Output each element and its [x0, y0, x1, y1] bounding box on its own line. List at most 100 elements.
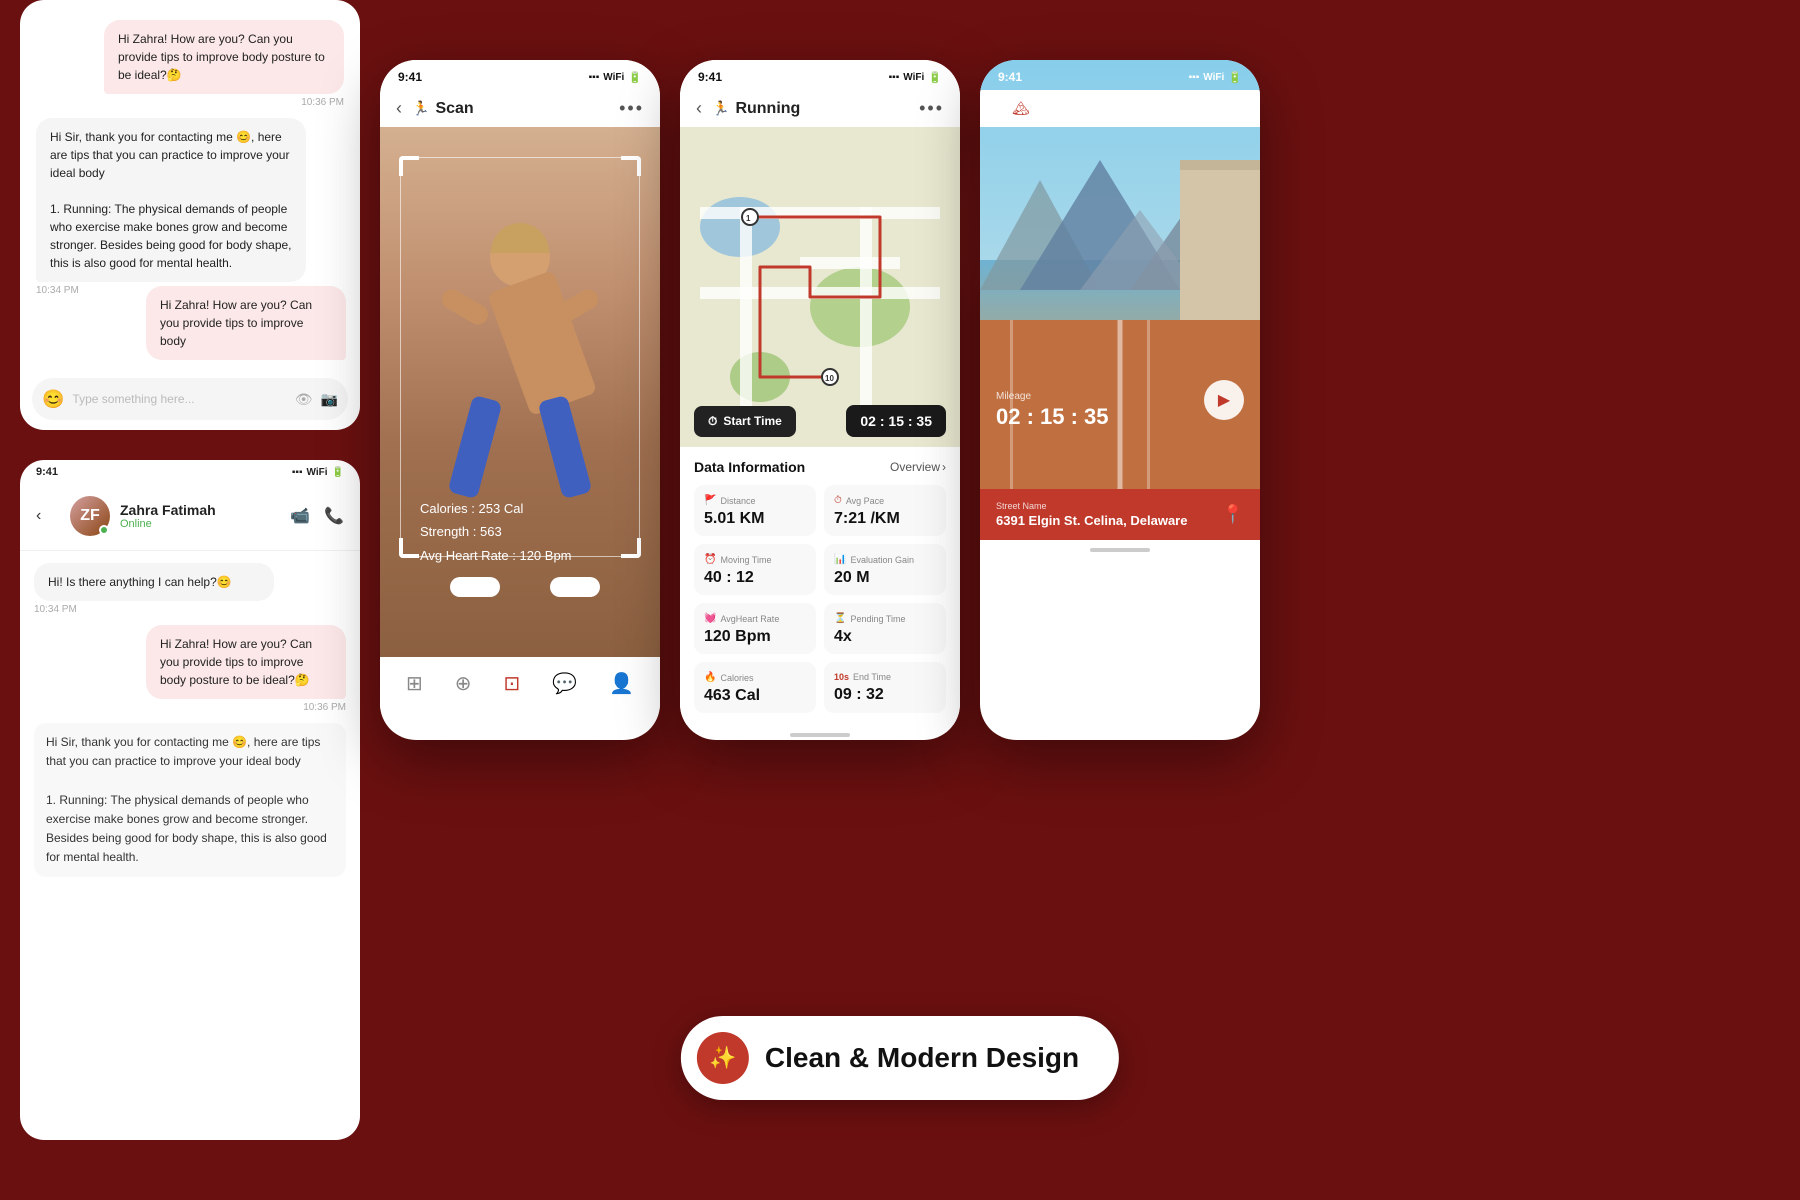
badge-text: Clean & Modern Design [765, 1042, 1079, 1074]
running-brand-icon: 🏃 [712, 100, 729, 117]
phones-area: 9:41 ▪▪▪ WiFi 🔋 ‹ 🏃 Scan ••• [380, 60, 1260, 740]
chat-screen-2: 9:41 ▪▪▪ WiFi 🔋 ‹ ZF Zahra Fatimah Onlin… [20, 460, 360, 1140]
chat-tab-icon[interactable]: 💬 [552, 671, 577, 696]
place-image-area: 9:41 ▪▪▪ WiFi 🔋 ‹ 🏔 Place ••• Mileage 02… [980, 60, 1260, 540]
data-card-calories: 🔥 Calories 463 Cal [694, 662, 816, 713]
scan-image-area: Calories : 253 Cal Strength : 563 Avg He… [380, 127, 660, 657]
signal-running: ▪▪▪ [889, 72, 900, 83]
home-indicator-place [980, 540, 1260, 560]
time-scan: 9:41 [398, 70, 422, 84]
mileage-overlay: Mileage 02 : 15 : 35 [996, 391, 1109, 430]
phone-place: 9:41 ▪▪▪ WiFi 🔋 ‹ 🏔 Place ••• Mileage 02… [980, 60, 1260, 740]
wifi-place: WiFi [1203, 72, 1224, 83]
scan-bottom-nav: ⊞ ⊕ ⊡ 💬 👤 [380, 657, 660, 710]
data-card-avgpace: ⏱ Avg Pace 7:21 /KM [824, 485, 946, 536]
signal-icon: ▪▪▪ [292, 467, 303, 478]
contact-info: Zahra Fatimah Online [120, 502, 280, 530]
svg-text:10: 10 [825, 374, 834, 383]
battery-scan: 🔋 [628, 71, 642, 84]
data-card-distance: 🚩 Distance 5.01 KM [694, 485, 816, 536]
scan-nav: ‹ 🏃 Scan ••• [380, 90, 660, 127]
start-time-badge: ⏱ Start Time [694, 406, 796, 437]
battery-icon: 🔋 [332, 467, 344, 478]
chat-bubble-received-1: Hi Sir, thank you for contacting me 😊, h… [36, 118, 344, 296]
wifi-scan: WiFi [603, 72, 624, 83]
signal-scan: ▪▪▪ [589, 72, 600, 83]
data-grid: 🚩 Distance 5.01 KM ⏱ Avg Pace 7:21 /KM ⏰… [694, 485, 946, 713]
status-bar: 9:41 ▪▪▪ WiFi 🔋 [20, 460, 360, 482]
grid-tab-icon[interactable]: ⊞ [406, 671, 423, 696]
battery-running: 🔋 [928, 71, 942, 84]
online-indicator [99, 525, 109, 535]
msg-received-1: Hi! Is there anything I can help?😊 10:34… [34, 563, 346, 615]
signal-place: ▪▪▪ [1189, 72, 1200, 83]
bottom-badge: ✨ Clean & Modern Design [681, 1016, 1119, 1100]
running-nav: ‹ 🏃 Running ••• [680, 90, 960, 127]
battery-place: 🔋 [1228, 71, 1242, 84]
data-info-section: Data Information Overview › 🚩 Distance 5… [680, 447, 960, 725]
plus-tab-icon[interactable]: ⊕ [455, 671, 472, 696]
place-more-btn[interactable]: ••• [1219, 98, 1244, 119]
data-card-elevationgain: 📊 Evaluation Gain 20 M [824, 544, 946, 595]
eye-icon[interactable]: 👁 [295, 391, 313, 408]
timestamp: 10:34 PM [36, 285, 79, 296]
start-time-label: Start Time [723, 414, 781, 428]
svg-text:1: 1 [746, 214, 751, 223]
chat-input-placeholder[interactable]: Type something here... [72, 392, 286, 406]
scan-brand-icon: 🏃 [412, 100, 429, 117]
contact-status: Online [120, 518, 280, 530]
chat-bubble-sent-1: Hi Zahra! How are you? Can you provide t… [36, 20, 344, 108]
mileage-value: 02 : 15 : 35 [996, 404, 1109, 430]
bubble-text: Hi Zahra! How are you? Can you provide t… [146, 286, 346, 360]
timestamp: 10:36 PM [301, 97, 344, 108]
place-back-btn[interactable]: ‹ [996, 98, 1002, 119]
running-back-btn[interactable]: ‹ [696, 98, 702, 119]
video-call-icon[interactable]: 📹 [290, 506, 310, 526]
time: 9:41 [36, 466, 58, 478]
msg-received-2: Hi Sir, thank you for contacting me 😊, h… [34, 723, 346, 877]
wifi-icon: WiFi [307, 467, 328, 478]
overview-link[interactable]: Overview › [890, 460, 946, 474]
scan-title: Scan [435, 100, 619, 118]
time-place: 9:41 [998, 70, 1022, 84]
data-card-pendingtime: ⏳ Pending Time 4x [824, 603, 946, 654]
street-bar: Street Name 6391 Elgin St. Celina, Delaw… [980, 489, 1260, 540]
avatar-container: ZF [70, 496, 110, 536]
camera-icon[interactable]: 📷 [321, 391, 338, 408]
badge-icon: ✨ [709, 1045, 736, 1071]
data-card-heartrate: 💓 AvgHeart Rate 120 Bpm [694, 603, 816, 654]
clock-icon: ⏱ [708, 414, 717, 429]
map-area: 1 10 ⏱ Start Time 02 : 15 : 35 [680, 127, 960, 447]
status-bar-place: 9:41 ▪▪▪ WiFi 🔋 [980, 60, 1260, 90]
strength-stat: Strength : 563 [420, 520, 572, 543]
back-arrow-icon[interactable]: ‹ [36, 507, 60, 525]
header-actions: 📹 📞 [290, 506, 344, 526]
street-label: Street Name [996, 501, 1187, 511]
msg-sent-1: Hi Zahra! How are you? Can you provide t… [34, 625, 346, 713]
play-button[interactable]: ▶ [1204, 380, 1244, 420]
calories-stat: Calories : 253 Cal [420, 497, 572, 520]
emoji-icon: 😊 [42, 389, 64, 410]
place-brand-icon: 🏔 [1012, 100, 1030, 117]
timer-badge: 02 : 15 : 35 [846, 405, 946, 437]
timestamp: 10:34 PM [34, 604, 77, 615]
scan-back-btn[interactable]: ‹ [396, 98, 402, 119]
phone-call-icon[interactable]: 📞 [324, 506, 344, 526]
bubble-text: Hi Zahra! How are you? Can you provide t… [104, 20, 344, 94]
home-indicator [680, 725, 960, 740]
contact-name: Zahra Fatimah [120, 502, 280, 518]
profile-tab-icon[interactable]: 👤 [609, 671, 634, 696]
data-info-title: Data Information [694, 459, 805, 475]
timestamp: 10:36 PM [303, 702, 346, 713]
scan-more-btn[interactable]: ••• [619, 98, 644, 119]
chat-input-bar[interactable]: 😊 Type something here... 👁 📷 [32, 378, 348, 420]
scan-tab-icon[interactable]: ⊡ [503, 671, 520, 696]
data-card-endtime: 10s End Time 09 : 32 [824, 662, 946, 713]
heart-rate-stat: Avg Heart Rate : 120 Bpm [420, 544, 572, 567]
time-running: 9:41 [698, 70, 722, 84]
chat-body: Hi! Is there anything I can help?😊 10:34… [20, 551, 360, 1101]
mileage-label: Mileage [996, 391, 1109, 402]
running-more-btn[interactable]: ••• [919, 98, 944, 119]
wifi-running: WiFi [903, 72, 924, 83]
status-bar-running: 9:41 ▪▪▪ WiFi 🔋 [680, 60, 960, 90]
